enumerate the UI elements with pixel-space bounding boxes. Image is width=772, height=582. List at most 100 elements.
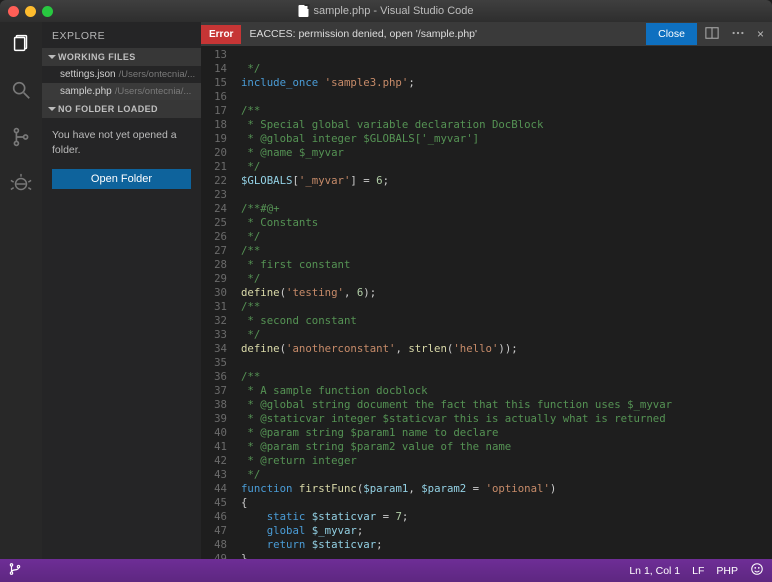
line-number: 34 — [201, 342, 227, 356]
code-line[interactable]: * first constant — [241, 258, 772, 272]
code-line[interactable]: * @param string $param2 value of the nam… — [241, 440, 772, 454]
editor-area: Error EACCES: permission denied, open '/… — [201, 22, 772, 559]
code-line[interactable]: global $_myvar; — [241, 524, 772, 538]
split-editor-icon[interactable] — [705, 26, 719, 43]
line-number: 40 — [201, 426, 227, 440]
line-number: 13 — [201, 48, 227, 62]
line-number: 18 — [201, 118, 227, 132]
line-number: 46 — [201, 510, 227, 524]
feedback-icon[interactable] — [750, 562, 764, 579]
code-line[interactable]: function firstFunc($param1, $param2 = 'o… — [241, 482, 772, 496]
files-icon[interactable] — [10, 32, 32, 59]
sidebar: EXPLORE WORKING FILES settings.json /Use… — [42, 22, 201, 559]
search-icon[interactable] — [10, 79, 32, 106]
line-number: 47 — [201, 524, 227, 538]
code-line[interactable]: * @global integer $GLOBALS['_myvar'] — [241, 132, 772, 146]
code-line[interactable]: define('anotherconstant', strlen('hello'… — [241, 342, 772, 356]
code-line[interactable]: static $staticvar = 7; — [241, 510, 772, 524]
code-line[interactable]: */ — [241, 62, 772, 76]
code-line[interactable] — [241, 188, 772, 202]
window-minimize-traffic[interactable] — [25, 6, 36, 17]
code-line[interactable]: /** — [241, 104, 772, 118]
code-line[interactable]: */ — [241, 230, 772, 244]
line-number: 35 — [201, 356, 227, 370]
line-number: 48 — [201, 538, 227, 552]
code-line[interactable]: include_once 'sample3.php'; — [241, 76, 772, 90]
line-number: 30 — [201, 286, 227, 300]
code-line[interactable] — [241, 48, 772, 62]
notification-message: EACCES: permission denied, open '/sample… — [241, 28, 646, 40]
working-files-header[interactable]: WORKING FILES — [42, 48, 201, 66]
line-number: 24 — [201, 202, 227, 216]
no-folder-message: You have not yet opened a folder. — [42, 118, 201, 169]
line-number: 20 — [201, 146, 227, 160]
line-number: 49 — [201, 552, 227, 559]
line-number: 36 — [201, 370, 227, 384]
close-icon[interactable]: × — [757, 27, 764, 41]
line-number: 27 — [201, 244, 227, 258]
line-number: 17 — [201, 104, 227, 118]
line-number: 23 — [201, 188, 227, 202]
code-line[interactable]: * @return integer — [241, 454, 772, 468]
code-line[interactable]: define('testing', 6); — [241, 286, 772, 300]
code-line[interactable]: * A sample function docblock — [241, 384, 772, 398]
code-line[interactable]: /** — [241, 244, 772, 258]
code-line[interactable]: */ — [241, 272, 772, 286]
code-line[interactable]: return $staticvar; — [241, 538, 772, 552]
notification-bar: Error EACCES: permission denied, open '/… — [201, 22, 772, 46]
line-number: 41 — [201, 440, 227, 454]
sidebar-title: EXPLORE — [42, 22, 201, 48]
status-bar: Ln 1, Col 1 LF PHP — [0, 559, 772, 582]
line-number: 21 — [201, 160, 227, 174]
line-number: 22 — [201, 174, 227, 188]
code-line[interactable]: { — [241, 496, 772, 510]
code-line[interactable]: * @staticvar integer $staticvar this is … — [241, 412, 772, 426]
document-icon — [298, 5, 308, 17]
activity-bar — [0, 22, 42, 559]
code-line[interactable]: * @global string document the fact that … — [241, 398, 772, 412]
line-number: 38 — [201, 398, 227, 412]
working-file-item[interactable]: sample.php /Users/ontecnia/... — [42, 83, 201, 100]
line-number: 32 — [201, 314, 227, 328]
line-number: 16 — [201, 90, 227, 104]
debug-icon[interactable] — [10, 173, 32, 200]
line-number: 44 — [201, 482, 227, 496]
code-line[interactable]: */ — [241, 468, 772, 482]
eol-indicator[interactable]: LF — [692, 565, 704, 577]
more-icon[interactable] — [731, 26, 745, 43]
line-number: 25 — [201, 216, 227, 230]
git-branch-icon[interactable] — [8, 562, 22, 579]
code-editor[interactable]: 1314151617181920212223242526272829303132… — [201, 46, 772, 559]
cursor-position[interactable]: Ln 1, Col 1 — [629, 565, 680, 577]
no-folder-header[interactable]: NO FOLDER LOADED — [42, 100, 201, 118]
line-number: 14 — [201, 62, 227, 76]
working-file-item[interactable]: settings.json /Users/ontecnia/... — [42, 66, 201, 83]
notification-close-button[interactable]: Close — [646, 23, 697, 45]
code-line[interactable]: /**#@+ — [241, 202, 772, 216]
code-line[interactable] — [241, 90, 772, 104]
code-line[interactable]: */ — [241, 160, 772, 174]
code-line[interactable]: * Constants — [241, 216, 772, 230]
code-line[interactable]: * @param string $param1 name to declare — [241, 426, 772, 440]
code-line[interactable]: /** — [241, 300, 772, 314]
code-line[interactable] — [241, 356, 772, 370]
window-close-traffic[interactable] — [8, 6, 19, 17]
window-zoom-traffic[interactable] — [42, 6, 53, 17]
code-line[interactable]: * second constant — [241, 314, 772, 328]
line-number: 43 — [201, 468, 227, 482]
line-number: 19 — [201, 132, 227, 146]
working-files-label: WORKING FILES — [58, 52, 136, 62]
code-line[interactable]: $GLOBALS['_myvar'] = 6; — [241, 174, 772, 188]
code-line[interactable]: } — [241, 552, 772, 559]
line-number: 42 — [201, 454, 227, 468]
line-number: 45 — [201, 496, 227, 510]
error-badge: Error — [201, 25, 241, 44]
code-line[interactable]: */ — [241, 328, 772, 342]
open-folder-button[interactable]: Open Folder — [52, 169, 191, 189]
language-mode[interactable]: PHP — [716, 565, 738, 577]
code-line[interactable]: /** — [241, 370, 772, 384]
git-icon[interactable] — [10, 126, 32, 153]
code-line[interactable]: * Special global variable declaration Do… — [241, 118, 772, 132]
line-number: 26 — [201, 230, 227, 244]
code-line[interactable]: * @name $_myvar — [241, 146, 772, 160]
